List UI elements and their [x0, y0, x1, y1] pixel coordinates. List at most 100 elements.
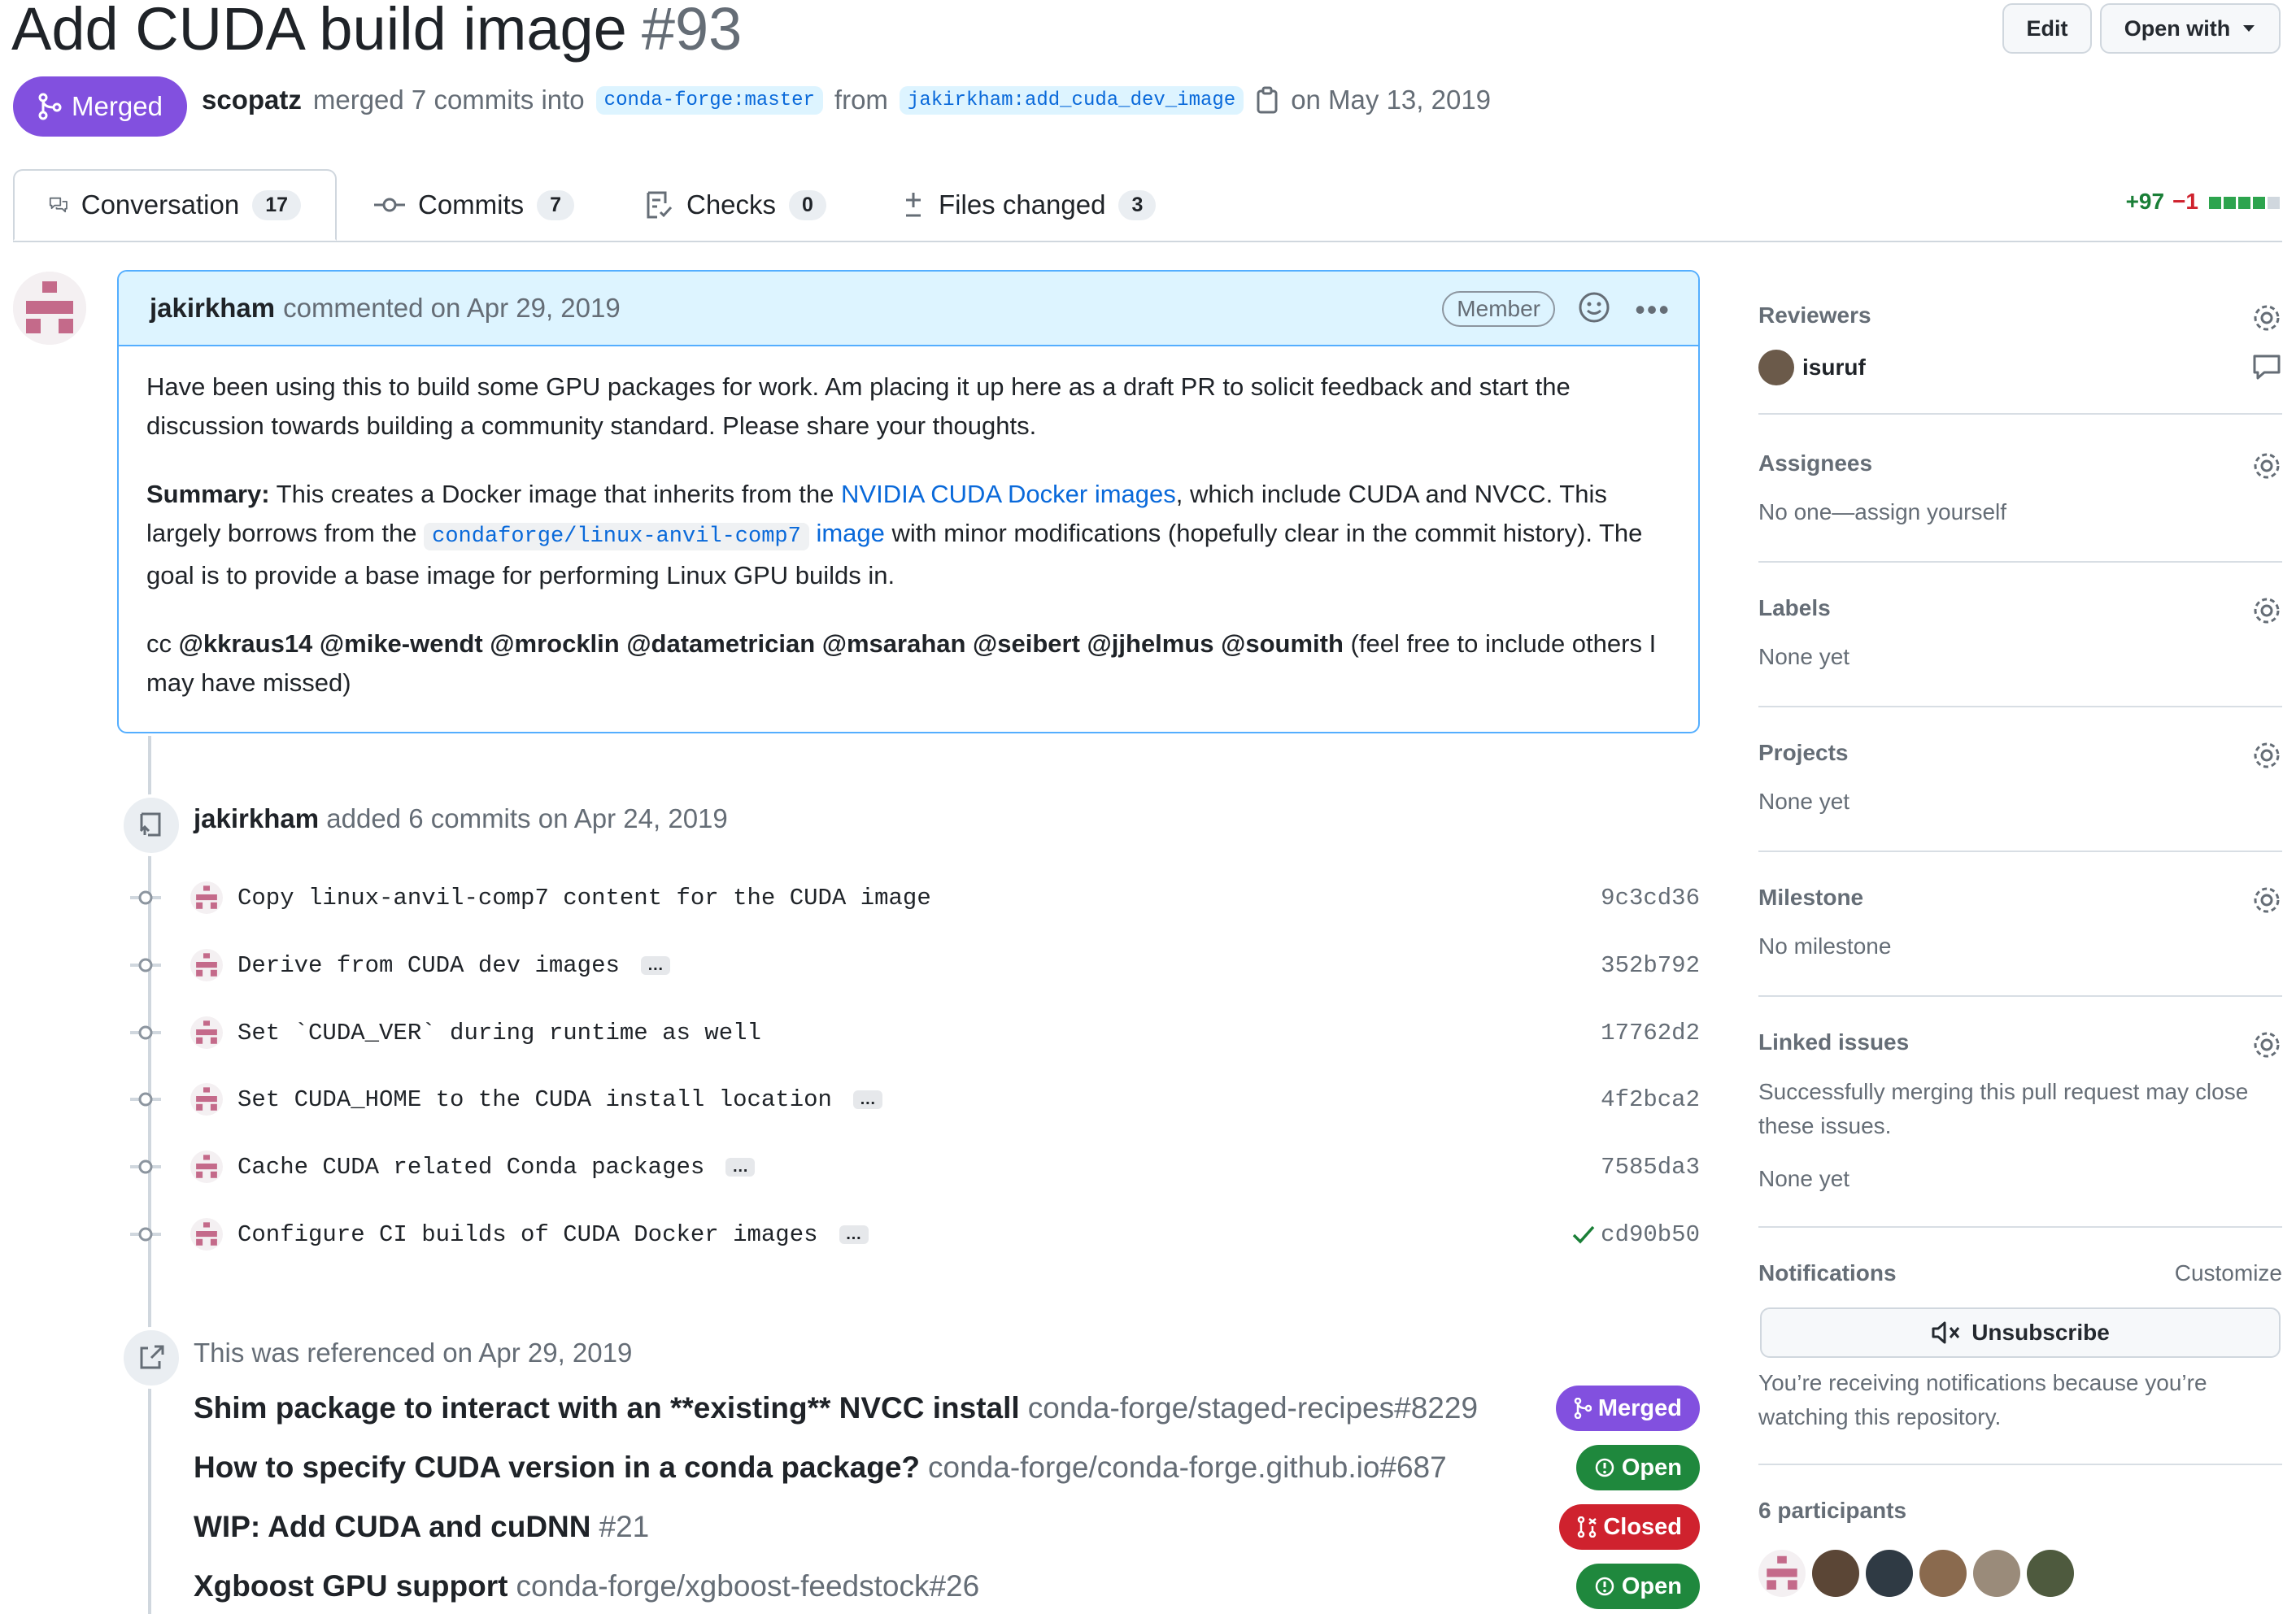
labels-heading[interactable]: Labels [1758, 595, 1831, 620]
reference-repo[interactable]: conda-forge/conda-forge.github.io#687 [928, 1451, 1447, 1485]
expand-commit-button[interactable]: … [839, 1225, 869, 1244]
customize-link[interactable]: Customize [2175, 1260, 2282, 1286]
tab-files-changed[interactable]: Files changed 3 [901, 169, 1157, 241]
commits-event-author[interactable]: jakirkham [194, 803, 319, 833]
git-merge-icon [38, 93, 62, 120]
tab-checks[interactable]: Checks 0 [646, 169, 826, 241]
copy-icon[interactable] [1255, 86, 1279, 114]
merge-text: merged 7 commits into [312, 85, 585, 115]
expand-commit-button[interactable]: … [852, 1090, 882, 1109]
avatar[interactable] [190, 1083, 223, 1116]
gear-icon[interactable] [2251, 1029, 2282, 1060]
labels-section: Labels [1758, 595, 2282, 644]
commit-message[interactable]: Cache CUDA related Conda packages [237, 1154, 704, 1181]
commit-row: Copy linux-anvil-comp7 content for the C… [130, 873, 1700, 922]
commit-message[interactable]: Copy linux-anvil-comp7 content for the C… [237, 885, 931, 911]
commit-sha-area: 7585da3 [1601, 1154, 1700, 1181]
sidebar-divider [1758, 561, 2282, 563]
commit-message[interactable]: Set `CUDA_VER` during runtime as well [237, 1020, 761, 1046]
avatar[interactable] [1866, 1550, 1913, 1597]
reference-title[interactable]: How to specify CUDA version in a conda p… [194, 1451, 920, 1485]
milestone-heading[interactable]: Milestone [1758, 885, 1863, 910]
gear-icon[interactable] [2251, 740, 2282, 771]
check-icon[interactable] [1571, 1224, 1596, 1245]
commit-sha-area: 4f2bca2 [1601, 1086, 1700, 1113]
commit-sha[interactable]: 9c3cd36 [1601, 885, 1700, 911]
merge-date: on May 13, 2019 [1291, 85, 1492, 115]
avatar[interactable] [190, 1016, 223, 1049]
projects-value: None yet [1758, 789, 1850, 814]
gear-icon[interactable] [2251, 595, 2282, 626]
diffstat: +97 −1 [2126, 189, 2280, 215]
milestone-section: Milestone [1758, 885, 2282, 933]
merged-state-label: Merged [72, 91, 163, 121]
image-link[interactable]: image [816, 519, 884, 547]
reference-repo[interactable]: #21 [599, 1510, 650, 1544]
reference-title[interactable]: Shim package to interact with an **exist… [194, 1391, 1020, 1425]
avatar[interactable] [1758, 1550, 1806, 1597]
gear-icon[interactable] [2251, 302, 2282, 333]
smiley-icon[interactable] [1578, 291, 1610, 324]
issue-opened-icon [1595, 1458, 1614, 1477]
nvidia-link[interactable]: NVIDIA CUDA Docker images [841, 480, 1176, 508]
gear-icon[interactable] [2251, 450, 2282, 481]
reference-title[interactable]: Xgboost GPU support [194, 1569, 508, 1603]
head-branch[interactable]: jakirkham:add_cuda_dev_image [899, 85, 1244, 115]
avatar[interactable] [190, 1218, 223, 1251]
commit-row: Cache CUDA related Conda packages … 7585da… [130, 1142, 1700, 1191]
linked-issues-heading[interactable]: Linked issues [1758, 1029, 1909, 1055]
open-with-button[interactable]: Open with [2100, 3, 2281, 54]
notifications-heading: Notifications [1758, 1260, 1897, 1286]
expand-commit-button[interactable]: … [640, 955, 670, 975]
tab-commits[interactable]: Commits 7 [374, 169, 575, 241]
reviewer-item[interactable]: isuruf [1758, 350, 1866, 385]
avatar[interactable] [2027, 1550, 2074, 1597]
avatar[interactable] [1812, 1550, 1859, 1597]
reference-row: WIP: Add CUDA and cuDNN #21 Closed [194, 1501, 1700, 1553]
tab-checks-count: 0 [789, 189, 826, 220]
cc-mentions[interactable]: @kkraus14 @mike-wendt @mrocklin @datamet… [179, 629, 1344, 658]
avatar[interactable] [190, 881, 223, 914]
projects-heading[interactable]: Projects [1758, 740, 1849, 765]
reference-state-label: Open [1621, 1454, 1682, 1481]
comment-paragraph: Have been using this to build some GPU p… [146, 372, 1571, 440]
gear-icon[interactable] [2251, 885, 2282, 916]
tab-files-changed-label: Files changed [939, 189, 1106, 220]
commit-sha[interactable]: 352b792 [1601, 952, 1700, 979]
issue-opened-icon [1595, 1577, 1614, 1596]
comment-author[interactable]: jakirkham [150, 293, 275, 324]
commit-sha[interactable]: 4f2bca2 [1601, 1086, 1700, 1113]
commit-message[interactable]: Derive from CUDA dev images [237, 952, 620, 979]
commit-sha[interactable]: cd90b50 [1601, 1221, 1700, 1248]
reference-repo[interactable]: conda-forge/xgboost-feedstock#26 [516, 1569, 979, 1603]
avatar[interactable] [1919, 1550, 1967, 1597]
image-code-link[interactable]: condaforge/linux-anvil-comp7 [424, 523, 809, 550]
sidebar-divider [1758, 413, 2282, 415]
avatar[interactable] [190, 1151, 223, 1183]
comment-box: jakirkham commented on Apr 29, 2019 Memb… [117, 270, 1700, 733]
milestone-value: No milestone [1758, 933, 1892, 959]
base-branch[interactable]: conda-forge:master [595, 85, 823, 115]
reference-title[interactable]: WIP: Add CUDA and cuDNN [194, 1510, 591, 1544]
checklist-icon [647, 191, 673, 219]
commit-sha[interactable]: 17762d2 [1601, 1020, 1700, 1046]
sidebar-divider [1758, 1464, 2282, 1465]
assignees-heading[interactable]: Assignees [1758, 450, 1872, 476]
avatar[interactable] [1973, 1550, 2020, 1597]
comment-summary: Summary: This creates a Docker image tha… [146, 475, 1675, 595]
merger-link[interactable]: scopatz [202, 85, 302, 115]
unsubscribe-button[interactable]: Unsubscribe [1760, 1307, 2281, 1358]
commit-sha[interactable]: 7585da3 [1601, 1154, 1700, 1181]
commit-message[interactable]: Set CUDA_HOME to the CUDA install locati… [237, 1086, 832, 1113]
commit-message[interactable]: Configure CI builds of CUDA Docker image… [237, 1221, 818, 1248]
expand-commit-button[interactable]: … [725, 1157, 756, 1177]
kebab-horizontal-icon[interactable]: ••• [1635, 293, 1671, 327]
avatar[interactable] [13, 272, 86, 345]
reviewers-heading[interactable]: Reviewers [1758, 302, 1871, 328]
tab-conversation[interactable]: Conversation 17 [13, 169, 337, 241]
assignees-value[interactable]: No one—assign yourself [1758, 499, 2006, 525]
comment-meta[interactable]: commented on Apr 29, 2019 [283, 293, 621, 324]
edit-button[interactable]: Edit [2002, 3, 2092, 54]
avatar[interactable] [190, 949, 223, 981]
reference-repo[interactable]: conda-forge/staged-recipes#8229 [1028, 1391, 1478, 1425]
